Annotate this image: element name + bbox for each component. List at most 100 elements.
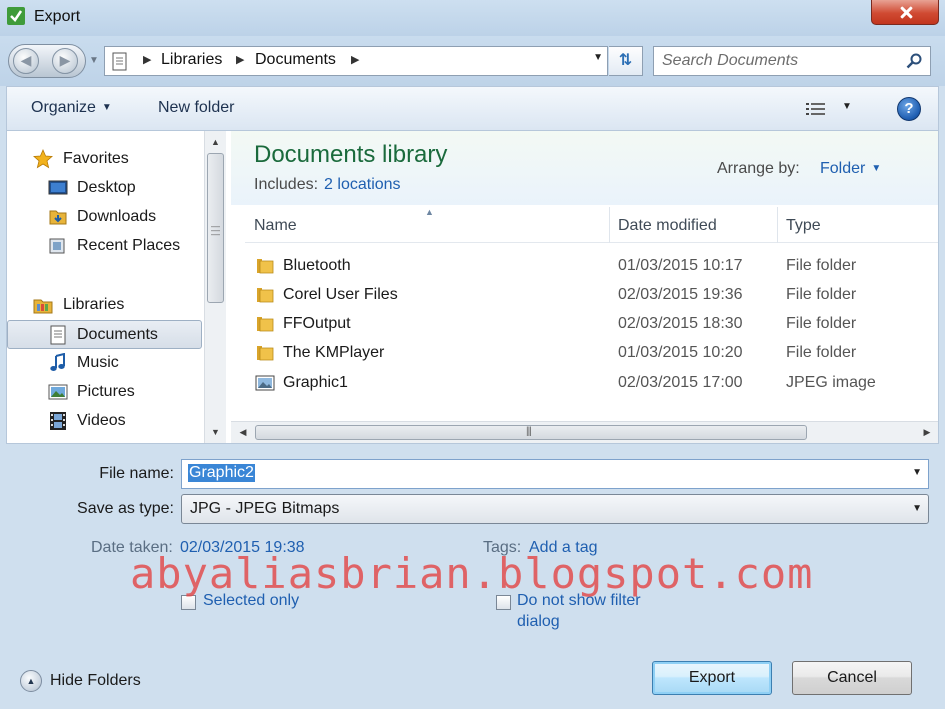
nav-item-pictures[interactable]: Pictures [7, 378, 202, 407]
title-bar: Export [0, 0, 945, 36]
column-type[interactable]: Type [786, 217, 821, 235]
file-name: FFOutput [283, 315, 351, 332]
breadcrumb-separator-icon[interactable]: ▶ [143, 53, 151, 66]
scroll-left-icon[interactable]: ◀ [233, 422, 253, 443]
file-date: 01/03/2015 10:17 [618, 257, 743, 274]
arrange-by-value: Folder [820, 160, 866, 177]
search-icon[interactable] [906, 53, 922, 69]
nav-scrollbar[interactable]: ▲ — — — ▼ [204, 131, 226, 443]
address-dropdown-icon[interactable]: ▼ [593, 52, 603, 63]
file-list-scrollbar[interactable]: ◀ ||| ▶ [231, 421, 938, 443]
file-date: 02/03/2015 19:36 [618, 286, 743, 303]
file-name-combobox[interactable]: Graphic2 ▼ [181, 459, 929, 489]
file-type: File folder [786, 257, 857, 274]
scroll-up-icon[interactable]: ▲ [205, 133, 226, 151]
scroll-right-icon[interactable]: ▶ [917, 422, 937, 443]
file-name-label: File name: [99, 465, 174, 482]
document-icon [112, 52, 127, 71]
grip-icon: ||| [526, 426, 532, 437]
downloads-folder-icon [49, 210, 67, 225]
view-dropdown-icon[interactable]: ▼ [842, 101, 852, 112]
nav-item-recent-places[interactable]: Recent Places [7, 232, 202, 261]
breadcrumb-separator-icon[interactable]: ▶ [236, 53, 244, 66]
file-name-input[interactable]: Graphic2 [188, 464, 255, 482]
recent-pages-dropdown[interactable]: ▼ [87, 51, 101, 71]
chevron-down-icon[interactable]: ▼ [912, 503, 922, 514]
cancel-button[interactable]: Cancel [792, 661, 912, 695]
search-box[interactable] [653, 46, 931, 76]
column-headers: ▲ Name Date modified Type [245, 207, 938, 243]
watermark: abyaliasbrian.blogspot.com [130, 549, 814, 598]
help-icon[interactable]: ? [897, 97, 921, 121]
back-arrow-icon: ◀ [20, 52, 32, 68]
arrange-by-dropdown[interactable]: Folder ▼ [820, 160, 881, 178]
file-type: File folder [786, 315, 857, 332]
command-bar: Organize ▼ New folder ▼ ? [6, 86, 939, 130]
close-button[interactable] [871, 0, 939, 25]
column-name[interactable]: Name [254, 217, 297, 235]
nav-item-desktop[interactable]: Desktop [7, 174, 202, 203]
file-row[interactable]: Graphic1 02/03/2015 17:00 JPEG image [245, 369, 925, 398]
scroll-down-icon[interactable]: ▼ [205, 423, 226, 441]
desktop-icon [48, 180, 68, 195]
navigation-bar: ◀ ▶ ▼ ▶ Libraries ▶ Documents ▶ ▼ ⇅ [0, 36, 945, 86]
file-type: File folder [786, 344, 857, 361]
breadcrumb-documents[interactable]: Documents [255, 51, 336, 69]
nav-label: Documents [77, 326, 158, 343]
folder-icon [257, 288, 274, 303]
nav-label: Favorites [63, 150, 129, 167]
nav-item-documents[interactable]: Documents [7, 320, 202, 349]
nav-label: Libraries [63, 296, 125, 313]
chevron-down-icon[interactable]: ▼ [912, 467, 922, 478]
navigation-pane: Favorites Desktop Downloads Recent Place… [7, 131, 227, 443]
back-button[interactable]: ◀ [13, 48, 39, 74]
new-folder-button[interactable]: New folder [158, 99, 234, 117]
forward-arrow-icon: ▶ [59, 52, 71, 68]
file-name: Bluetooth [283, 257, 351, 274]
breadcrumb-libraries[interactable]: Libraries [161, 51, 222, 69]
recent-places-icon [49, 238, 65, 254]
library-header: Documents library Includes: 2 locations A… [231, 131, 938, 205]
nav-item-music[interactable]: Music [7, 349, 202, 378]
column-date-modified[interactable]: Date modified [618, 217, 717, 235]
file-list-pane: Documents library Includes: 2 locations A… [231, 131, 938, 443]
search-input[interactable] [662, 50, 902, 72]
folder-icon [257, 346, 274, 361]
file-name: Graphic1 [283, 374, 348, 391]
column-divider[interactable] [609, 207, 610, 243]
save-as-type-select[interactable]: JPG - JPEG Bitmaps ▼ [181, 494, 929, 524]
scroll-thumb[interactable]: ||| [255, 425, 807, 440]
save-as-type-label: Save as type: [77, 500, 174, 517]
nav-item-videos[interactable]: Videos [7, 407, 202, 436]
view-options-icon[interactable] [805, 101, 827, 117]
file-date: 02/03/2015 17:00 [618, 374, 743, 391]
column-divider[interactable] [777, 207, 778, 243]
address-bar[interactable]: ▶ Libraries ▶ Documents ▶ ▼ [104, 46, 608, 76]
refresh-button[interactable]: ⇅ [609, 46, 643, 76]
scroll-thumb[interactable]: — — — [207, 153, 224, 303]
nav-favorites[interactable]: Favorites [7, 145, 202, 174]
file-row[interactable]: FFOutput 02/03/2015 18:30 File folder [245, 310, 925, 339]
locations-link[interactable]: 2 locations [324, 176, 401, 193]
file-row[interactable]: Bluetooth 01/03/2015 10:17 File folder [245, 252, 925, 281]
file-row[interactable]: The KMPlayer 01/03/2015 10:20 File folde… [245, 339, 925, 368]
chevron-down-icon: ▼ [871, 163, 882, 174]
nav-label: Music [77, 354, 119, 371]
chevron-down-icon: ▼ [101, 102, 112, 113]
nav-buttons: ◀ ▶ [8, 44, 86, 78]
organize-menu[interactable]: Organize ▼ [31, 99, 112, 117]
window-title: Export [34, 8, 81, 25]
star-icon [33, 149, 53, 169]
pictures-icon [48, 384, 68, 400]
nav-label: Videos [77, 412, 126, 429]
file-row[interactable]: Corel User Files 02/03/2015 19:36 File f… [245, 281, 925, 310]
folder-icon [257, 259, 274, 274]
no-filter-dialog-label-line2[interactable]: dialog [517, 611, 560, 632]
arrange-by-label: Arrange by: [717, 160, 800, 177]
forward-button[interactable]: ▶ [52, 48, 78, 74]
music-note-icon [50, 353, 65, 371]
nav-item-downloads[interactable]: Downloads [7, 203, 202, 232]
breadcrumb-separator-icon[interactable]: ▶ [351, 53, 359, 66]
nav-libraries[interactable]: Libraries [7, 291, 202, 320]
export-button[interactable]: Export [652, 661, 772, 695]
